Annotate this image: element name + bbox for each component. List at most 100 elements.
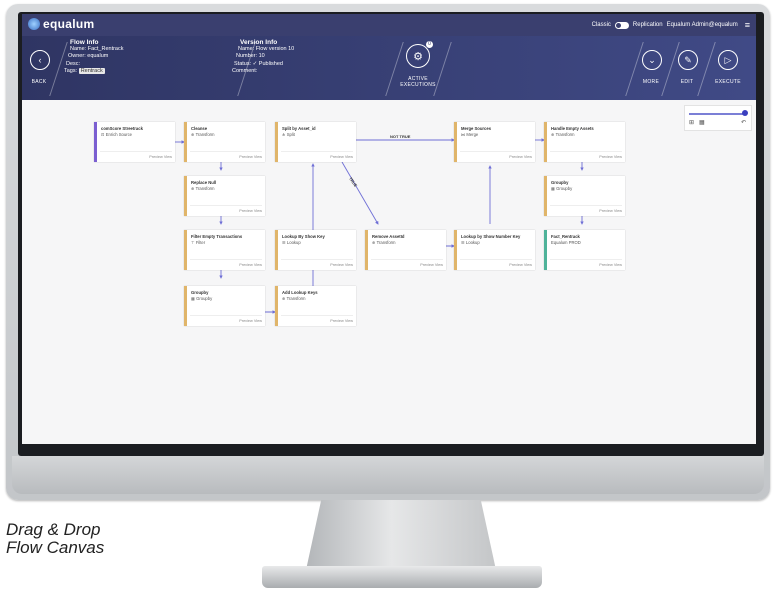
grid-view-icon[interactable]: ▦: [699, 119, 705, 126]
version-info: Version Info Name: Flow version 10 Numbe…: [228, 39, 294, 75]
caption-line-2: Flow Canvas: [6, 538, 105, 557]
node-type: ⊕ Transform: [282, 296, 306, 301]
logo-text: equalum: [43, 17, 95, 31]
divider: [550, 259, 622, 260]
node-actions[interactable]: Preview View: [599, 263, 622, 267]
flow-node[interactable]: Lookup By Show Key ☰ Lookup Preview View: [275, 230, 356, 270]
node-actions[interactable]: Preview View: [509, 263, 532, 267]
flow-node[interactable]: Cleanse ⊕ Transform Preview View: [184, 122, 265, 162]
divider: [550, 205, 622, 206]
flow-node[interactable]: Fact_Rentrack Equalum PROD Preview View: [544, 230, 625, 270]
node-type-label: Equalum PROD: [551, 240, 581, 245]
flow-node[interactable]: Merge Sources ⋈ Merge Preview View: [454, 122, 535, 162]
flow-info-bar: ‹ BACK Flow Info Name: Fact_Rentrack Own…: [22, 36, 756, 100]
version-number: Number: 10: [236, 53, 265, 60]
node-actions[interactable]: Preview View: [509, 155, 532, 159]
node-actions[interactable]: Preview View: [420, 263, 443, 267]
version-comment: Comment:: [232, 67, 258, 74]
chevron-left-icon: ‹: [38, 55, 42, 65]
chevron-down-icon: ⌄: [648, 54, 656, 65]
monitor-chin: [12, 456, 764, 494]
flow-desc: Desc:: [66, 60, 81, 67]
more-button[interactable]: ⌄: [642, 50, 662, 70]
version-name: Name: Flow version 10: [238, 46, 295, 53]
caption: Drag & Drop Flow Canvas: [6, 521, 104, 557]
node-actions[interactable]: Preview View: [330, 263, 353, 267]
flow-node[interactable]: comScore Streetrack ⊡ Enrich Source Previe…: [94, 122, 175, 162]
flow-node[interactable]: Filter Empty Transactions ⊤ Filter Preview…: [184, 230, 265, 270]
flow-node[interactable]: Split by Asset_id ⋔ Split Preview View: [275, 122, 356, 162]
back-button[interactable]: ‹: [30, 50, 50, 70]
top-right-controls: Classic Replication Equalum Admin@equalu…: [592, 20, 750, 30]
edge-label-not-true: NOT TRUE: [390, 134, 411, 139]
flow-node[interactable]: Remove AssetId ⊕ Transform Preview View: [365, 230, 446, 270]
flow-name: Name: Fact_Rentrack: [70, 46, 124, 53]
reset-icon[interactable]: ↶: [741, 119, 746, 126]
node-type: ☰ Lookup: [282, 240, 301, 245]
node-actions[interactable]: Preview View: [239, 155, 262, 159]
node-actions[interactable]: Preview View: [149, 155, 172, 159]
fit-view-icon[interactable]: ⊞: [689, 119, 694, 126]
divider: [190, 315, 262, 316]
node-actions[interactable]: Preview View: [239, 319, 262, 323]
gears-icon: ⚙: [413, 50, 423, 63]
flow-node[interactable]: Lookup by Show Number Key ☰ Lookup Preview…: [454, 230, 535, 270]
flow-node[interactable]: Groupby ▦ Groupby Preview View: [184, 286, 265, 326]
classic-label: Classic: [591, 22, 611, 28]
zoom-control: ⊞ ▦ ↶: [684, 105, 752, 131]
hamburger-menu-icon[interactable]: ≡: [745, 20, 750, 30]
flow-canvas[interactable]: NOT TRUE TRUE comScore Streetrack ⊡ Enric…: [22, 100, 756, 444]
node-type-label: Lookup: [286, 240, 301, 245]
pencil-icon: ✎: [684, 54, 692, 65]
node-actions[interactable]: Preview View: [330, 155, 353, 159]
node-title: Handle Empty Assets: [551, 126, 594, 131]
node-type: ⋔ Split: [282, 132, 295, 137]
node-type: ⊡ Enrich Source: [101, 132, 132, 137]
node-actions[interactable]: Preview View: [599, 155, 622, 159]
divider: [661, 42, 680, 96]
node-title: Groupby: [191, 290, 209, 295]
mode-toggle[interactable]: [614, 21, 629, 29]
node-title: Replace Null: [191, 180, 217, 185]
replication-label[interactable]: Replication: [633, 22, 663, 28]
check-circle-icon: ✓: [252, 60, 258, 67]
zoom-slider-handle[interactable]: [742, 110, 748, 116]
edge: [341, 161, 379, 225]
flow-node[interactable]: Groupby ▦ Groupby Preview View: [544, 176, 625, 216]
flow-node[interactable]: Replace Null ⊕ Transform Preview View: [184, 176, 265, 216]
flow-owner: Owner: equalum: [68, 53, 109, 60]
node-actions[interactable]: Preview View: [330, 319, 353, 323]
node-title: Fact_Rentrack: [551, 234, 580, 239]
edit-button[interactable]: ✎: [678, 50, 698, 70]
node-type-label: Enrich Source: [105, 132, 132, 137]
divider: [281, 315, 353, 316]
node-actions[interactable]: Preview View: [239, 263, 262, 267]
active-executions-label: ACTIVE EXECUTIONS: [400, 76, 436, 88]
flow-node[interactable]: Add Lookup Keys ⊕ Transform Preview View: [275, 286, 356, 326]
edit-label: EDIT: [680, 79, 694, 85]
divider: [190, 259, 262, 260]
divider: [100, 151, 172, 152]
zoom-slider[interactable]: [689, 113, 745, 115]
execute-label: EXECUTE: [715, 79, 741, 85]
more-label: MORE: [642, 79, 660, 85]
tag-chip[interactable]: Rentrack: [78, 67, 105, 74]
node-title: Cleanse: [191, 126, 208, 131]
app-screen: equalum Classic Replication Equalum Admi…: [22, 14, 756, 444]
node-type: Equalum PROD: [551, 240, 581, 245]
flow-node[interactable]: Handle Empty Assets ⊕ Transform Preview Vi…: [544, 122, 625, 162]
node-actions[interactable]: Preview View: [239, 209, 262, 213]
divider: [190, 205, 262, 206]
execute-button[interactable]: ▷: [718, 50, 738, 70]
user-menu[interactable]: Equalum Admin@equalum: [667, 22, 738, 28]
status-label: Status:: [234, 60, 252, 67]
active-executions-button[interactable]: ⚙ 0: [406, 41, 433, 68]
flow-info-heading: Flow Info: [70, 39, 99, 46]
node-actions[interactable]: Preview View: [599, 209, 622, 213]
back-label: BACK: [31, 79, 47, 85]
node-title: Merge Sources: [461, 126, 492, 131]
status-value: Published: [258, 60, 283, 67]
logo[interactable]: equalum: [28, 17, 94, 31]
caption-line-1: Drag & Drop: [6, 520, 101, 539]
monitor-stand-foot: [262, 566, 542, 588]
